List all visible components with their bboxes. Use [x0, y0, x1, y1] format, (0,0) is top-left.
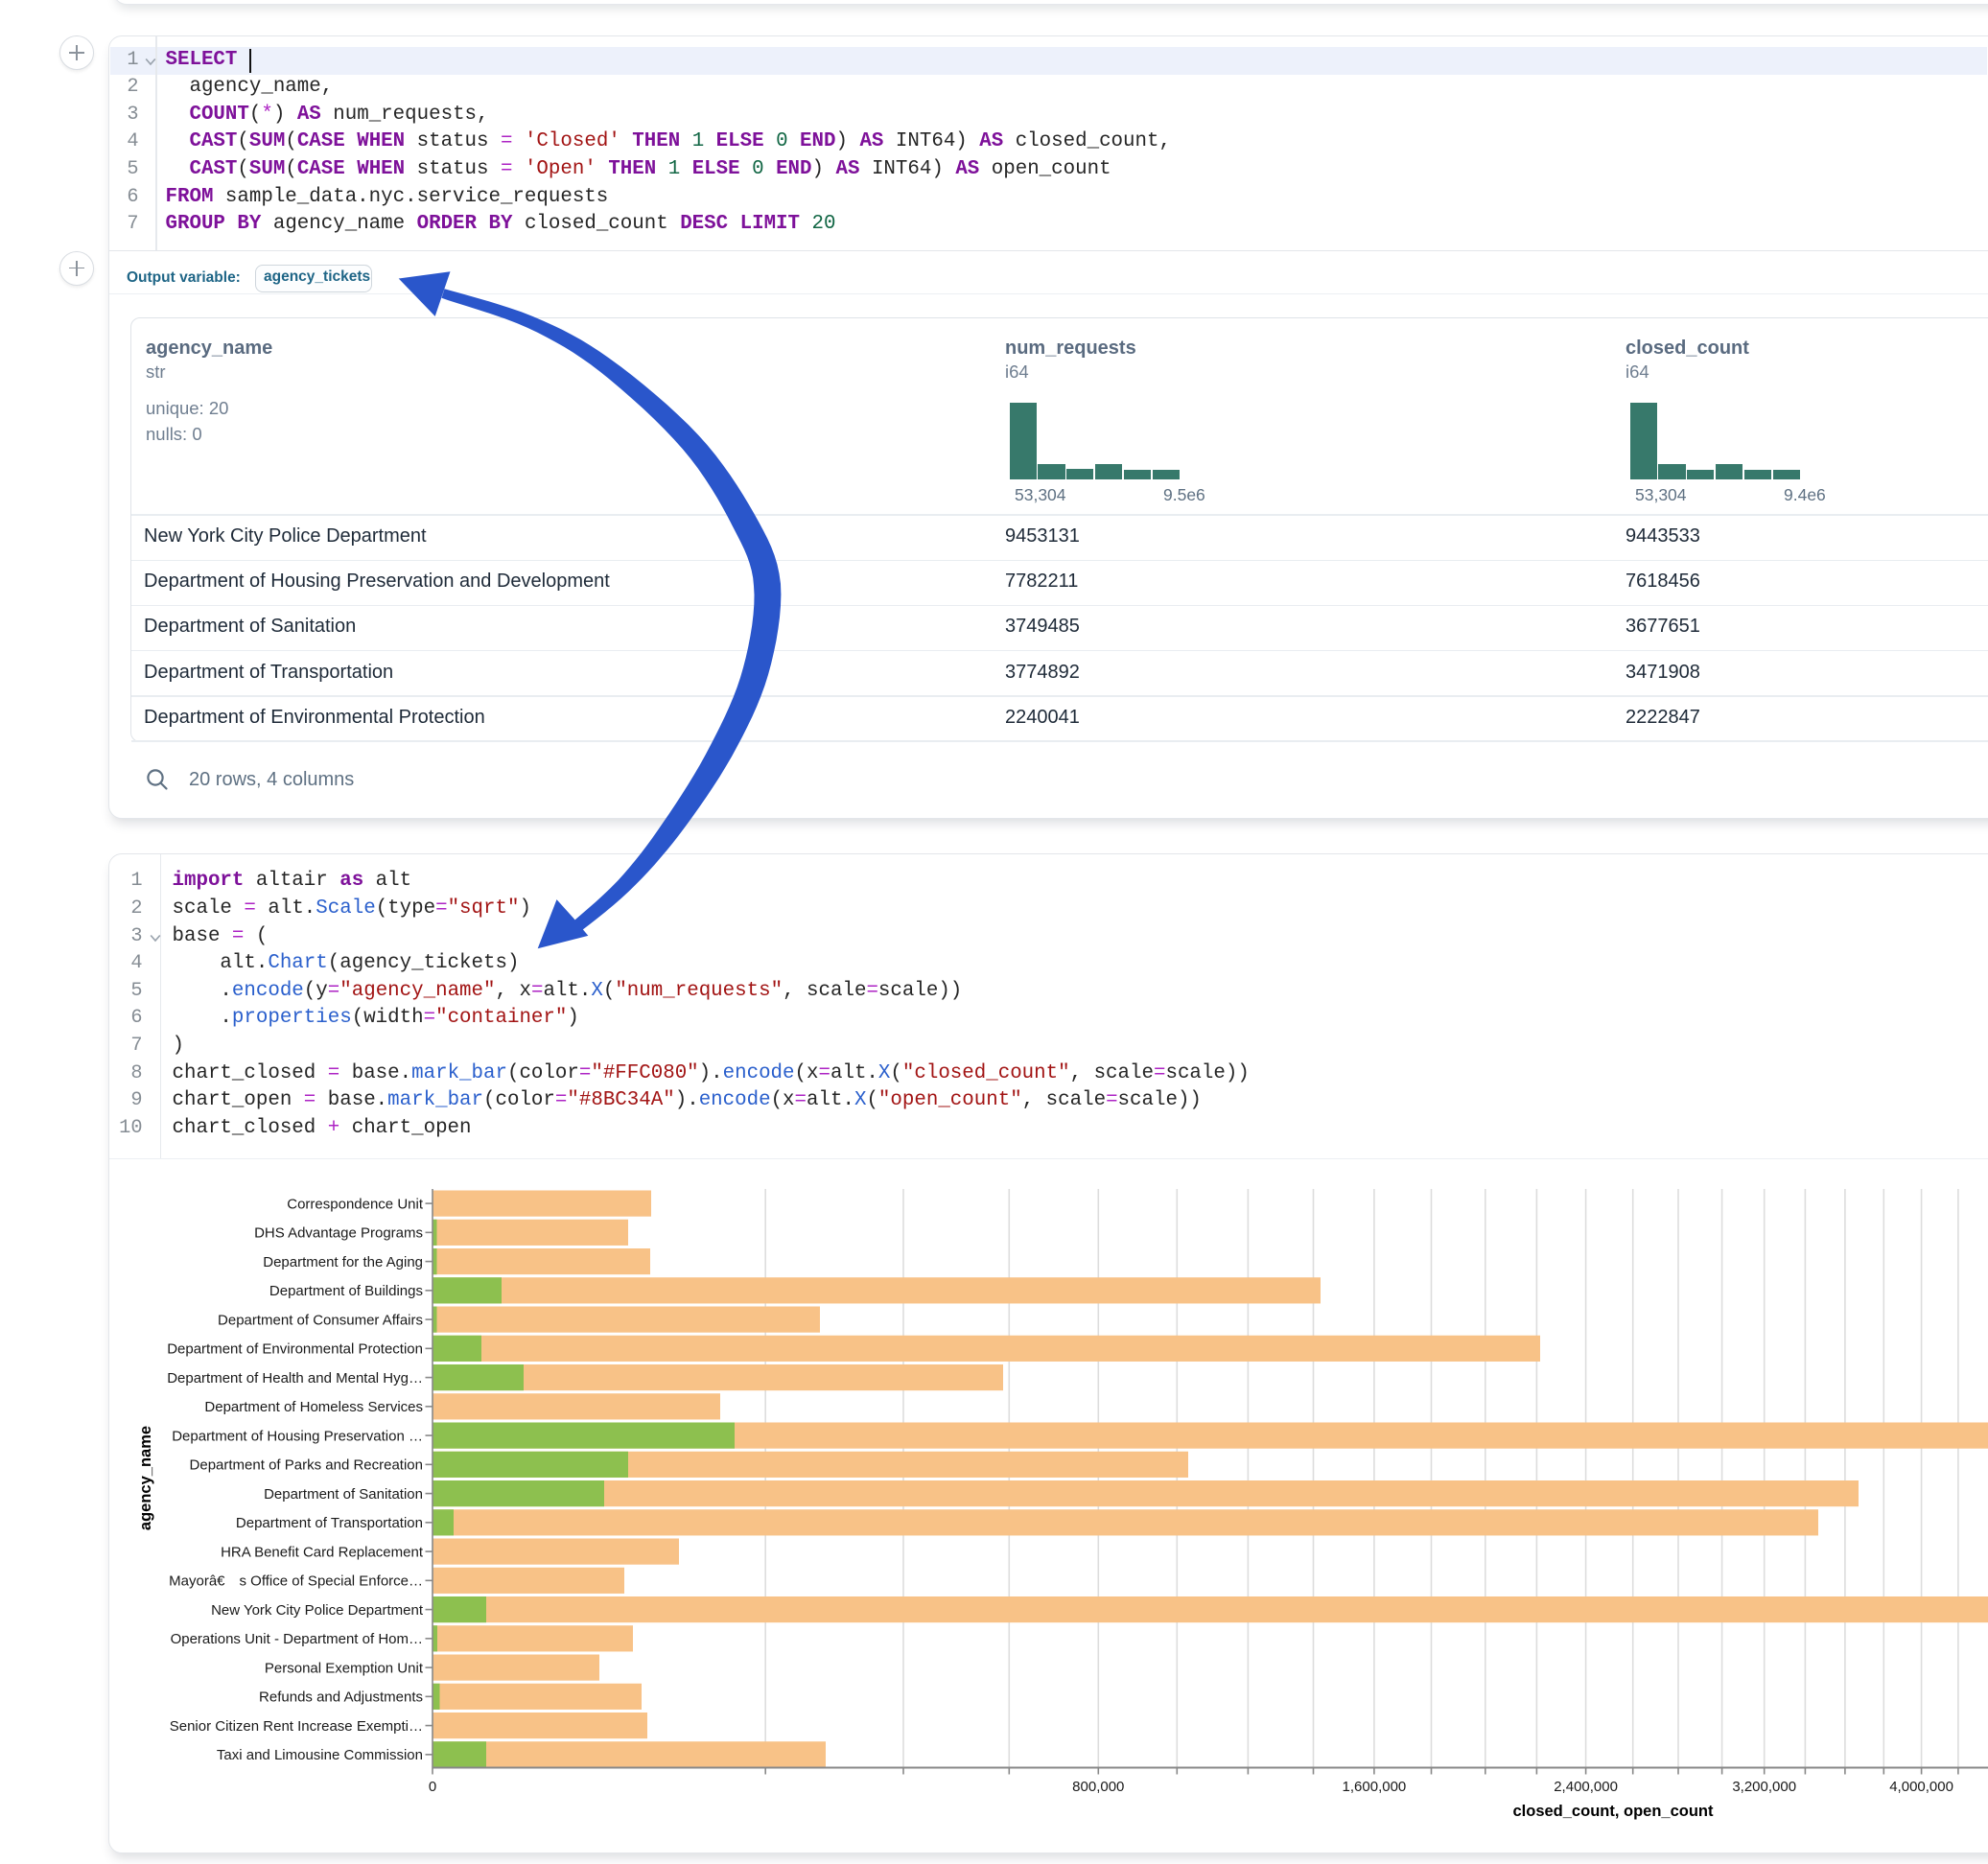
svg-text:Department of Parks and Recrea: Department of Parks and Recreation [190, 1457, 423, 1474]
svg-text:Operations Unit - Department o: Operations Unit - Department of Hom… [171, 1631, 423, 1647]
svg-text:Correspondence Unit: Correspondence Unit [287, 1196, 424, 1212]
svg-text:DHS Advantage Programs: DHS Advantage Programs [254, 1225, 423, 1242]
svg-text:New York City Police Departmen: New York City Police Department [211, 1602, 424, 1619]
svg-text:Department of Health and Menta: Department of Health and Mental Hyg… [167, 1370, 423, 1386]
svg-text:2,400,000: 2,400,000 [1554, 1779, 1618, 1795]
svg-text:Department of Environmental Pr: Department of Environmental Protection [167, 1341, 423, 1358]
svg-text:closed_count, open_count: closed_count, open_count [1512, 1803, 1714, 1820]
svg-text:Taxi and Limousine Commission: Taxi and Limousine Commission [217, 1747, 423, 1763]
svg-text:Personal Exemption Unit: Personal Exemption Unit [265, 1660, 424, 1676]
svg-text:1,600,000: 1,600,000 [1343, 1779, 1407, 1795]
svg-text:Refunds and Adjustments: Refunds and Adjustments [259, 1689, 423, 1706]
svg-text:Senior Citizen Rent Increase E: Senior Citizen Rent Increase Exempti… [170, 1718, 423, 1735]
svg-text:Department of Housing Preserva: Department of Housing Preservation … [172, 1428, 423, 1444]
svg-text:0: 0 [429, 1779, 436, 1795]
svg-text:Department of Consumer Affairs: Department of Consumer Affairs [218, 1312, 423, 1328]
svg-text:4,000,000: 4,000,000 [1889, 1779, 1953, 1795]
svg-text:HRA Benefit Card Replacement: HRA Benefit Card Replacement [221, 1544, 424, 1560]
svg-text:Department of Sanitation: Department of Sanitation [264, 1486, 423, 1503]
svg-text:3,200,000: 3,200,000 [1732, 1779, 1796, 1795]
svg-text:Mayorâ€ s Office of Special En: Mayorâ€ s Office of Special Enforce… [169, 1573, 423, 1590]
svg-text:Department of Homeless Service: Department of Homeless Services [204, 1399, 423, 1415]
svg-text:agency_name: agency_name [137, 1426, 154, 1530]
svg-text:Department of Buildings: Department of Buildings [269, 1283, 423, 1299]
svg-text:800,000: 800,000 [1072, 1779, 1124, 1795]
svg-text:Department of Transportation: Department of Transportation [236, 1515, 423, 1531]
svg-text:Department for the Aging: Department for the Aging [263, 1254, 423, 1270]
